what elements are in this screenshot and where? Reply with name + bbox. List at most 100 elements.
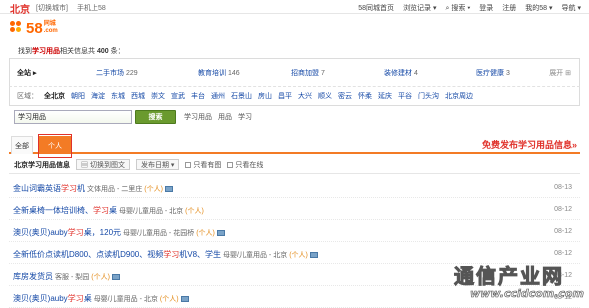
personal-badge: (个人) <box>144 185 163 193</box>
login-link[interactable]: 登录 <box>479 3 493 13</box>
category-item[interactable]: 装修建材 4 <box>384 68 418 78</box>
personal-badge: (个人) <box>185 207 204 215</box>
checkbox-icon <box>227 161 234 168</box>
listing-category: 客服 - 梨园 <box>55 273 90 281</box>
related-keyword[interactable]: 学习 <box>238 112 252 122</box>
listing-title[interactable]: 全新桌椅一体培训椅、学习桌 <box>13 205 117 216</box>
category-filter: 全站 ▸ 二手市场 229 教育培训 146 招商加盟 7 装修建材 4 医疗健… <box>9 58 580 86</box>
city-name: 北京 <box>10 5 30 16</box>
free-post-link[interactable]: 免费发布学习用品信息» <box>482 138 577 151</box>
logo-number: 58 <box>26 19 43 37</box>
photo-icon <box>309 251 318 258</box>
expand-categories-button[interactable]: 展开 ⊞ <box>549 68 571 78</box>
listing-category: 母婴/儿童用品 - 北京 <box>119 207 184 215</box>
area-item[interactable]: 房山 <box>258 91 272 101</box>
navigation-menu[interactable]: 导航 ▾ <box>562 3 581 13</box>
listing-tabs: 全部 个人 免费发布学习用品信息» <box>9 134 580 158</box>
logo-brand: 同城 <box>43 21 56 27</box>
list-toolbar: 北京学习用品信息 ▤ 切换到图文 发布日期 ▾ 只看有图 只看在线 <box>9 156 580 174</box>
listing-category: 母婴/儿童用品 - 花园桥 <box>123 229 195 237</box>
area-item[interactable]: 海淀 <box>91 91 105 101</box>
area-item[interactable]: 大兴 <box>298 91 312 101</box>
area-item[interactable]: 通州 <box>211 91 225 101</box>
search-keyword: 学习用品 <box>32 48 60 55</box>
home-link[interactable]: 58同城首页 <box>358 3 394 13</box>
top-bar: 北京 [切换城市] 手机上58 58同城首页 浏览记录 ▾ ⌕ 搜索 ▾ 登录 … <box>0 0 589 16</box>
area-item[interactable]: 西城 <box>131 91 145 101</box>
result-summary: 找到学习用品相关信息共 400 条： <box>18 48 125 55</box>
personal-badge: (个人) <box>91 273 110 281</box>
area-item[interactable]: 怀柔 <box>358 91 372 101</box>
category-item[interactable]: 医疗健康 3 <box>476 68 510 78</box>
photo-icon <box>216 229 225 236</box>
watermark: 通信产业网 www.ccidcom.com <box>454 260 586 306</box>
watermark-url: www.ccidcom.com <box>470 287 585 301</box>
photo-icon <box>111 273 120 280</box>
listing-title[interactable]: 金山词霸英语学习机 <box>13 183 85 194</box>
category-item[interactable]: 二手市场 229 <box>96 68 138 78</box>
sort-dropdown[interactable]: 发布日期 ▾ <box>135 159 180 170</box>
only-online-checkbox[interactable]: 只看在线 <box>227 160 263 170</box>
logo-dots-icon <box>10 21 24 35</box>
result-count: 400 <box>96 48 109 55</box>
list-item: 澳贝(奥贝)auby学习桌，120元 母婴/儿童用品 - 花园桥 (个人) 08-1… <box>9 220 580 242</box>
area-item[interactable]: 宣武 <box>171 91 185 101</box>
personal-badge: (个人) <box>289 251 308 259</box>
history-menu[interactable]: 浏览记录 ▾ <box>403 3 436 13</box>
area-item[interactable]: 东城 <box>111 91 125 101</box>
area-item[interactable]: 石景山 <box>231 91 252 101</box>
switch-city-link[interactable]: [切换城市] <box>36 3 68 13</box>
logo-domain: .com <box>43 28 58 34</box>
personal-badge: (个人) <box>196 229 215 237</box>
area-item[interactable]: 昌平 <box>278 91 292 101</box>
listing-date: 08-13 <box>554 184 572 191</box>
search-menu[interactable]: ⌕ 搜索 ▾ <box>446 3 471 13</box>
view-switch-button[interactable]: ▤ 切换到图文 <box>76 159 130 170</box>
area-label: 区域： <box>17 93 38 100</box>
search-input[interactable] <box>14 110 132 124</box>
checkbox-icon <box>185 161 192 168</box>
listing-category: 母婴/儿童用品 - 北京 <box>223 251 288 259</box>
listing-title[interactable]: 全新低价点读机D800、点读机D900、视频学习机V8、学生 <box>13 249 221 260</box>
personal-badge: (个人) <box>159 295 179 303</box>
related-keywords: 学习用品 用品 学习 <box>184 112 252 122</box>
area-item[interactable]: 北京周边 <box>445 91 473 101</box>
area-current[interactable]: 全北京 <box>44 91 65 101</box>
list-title: 北京学习用品信息 <box>14 161 70 169</box>
area-item[interactable]: 密云 <box>338 91 352 101</box>
list-item: 全新桌椅一体培训椅、学习桌 母婴/儿童用品 - 北京 (个人) 08-12 <box>9 198 580 220</box>
area-filter: 区域： 全北京 朝阳 海淀 东城 西城 崇文 宣武 丰台 通州 石景山 房山 昌… <box>9 86 580 106</box>
category-all[interactable]: 全站 ▸ <box>17 68 36 78</box>
my58-menu[interactable]: 我的58 ▾ <box>525 3 552 13</box>
related-keyword[interactable]: 用品 <box>218 112 232 122</box>
listing-title[interactable]: 库房发货员 <box>13 271 53 282</box>
mobile-link[interactable]: 手机上58 <box>77 3 106 13</box>
only-image-checkbox[interactable]: 只看有图 <box>185 160 221 170</box>
area-item[interactable]: 顺义 <box>318 91 332 101</box>
search-button[interactable]: 搜索 <box>135 110 176 124</box>
listing-date: 08-12 <box>554 250 572 257</box>
register-link[interactable]: 注册 <box>502 3 516 13</box>
search-bar: 搜索 学习用品 用品 学习 <box>14 110 252 124</box>
top-nav: 58同城首页 浏览记录 ▾ ⌕ 搜索 ▾ 登录 注册 我的58 ▾ 导航 ▾ <box>358 3 581 13</box>
area-item[interactable]: 门头沟 <box>418 91 439 101</box>
listing-date: 08-12 <box>554 206 572 213</box>
area-item[interactable]: 崇文 <box>151 91 165 101</box>
tab-all[interactable]: 全部 <box>11 136 33 154</box>
area-item[interactable]: 朝阳 <box>71 91 85 101</box>
listing-title[interactable]: 澳贝(奥贝)auby学习桌 <box>13 293 92 304</box>
photo-icon <box>180 295 189 302</box>
site-logo[interactable]: 58 同城 .com <box>10 18 58 38</box>
listing-title[interactable]: 澳贝(奥贝)auby学习桌，120元 <box>13 227 121 238</box>
listing-category: 母婴/儿童用品 - 北京 <box>93 295 158 303</box>
category-item[interactable]: 招商加盟 7 <box>291 68 325 78</box>
listing-category: 文体用品 - 二里庄 <box>87 185 143 193</box>
photo-icon <box>164 185 173 192</box>
area-item[interactable]: 丰台 <box>191 91 205 101</box>
area-item[interactable]: 延庆 <box>378 91 392 101</box>
category-item[interactable]: 教育培训 146 <box>198 68 240 78</box>
area-item[interactable]: 平谷 <box>398 91 412 101</box>
list-item: 金山词霸英语学习机 文体用品 - 二里庄 (个人) 08-13 <box>9 176 580 198</box>
related-keyword[interactable]: 学习用品 <box>184 112 212 122</box>
highlight-box <box>38 134 72 158</box>
